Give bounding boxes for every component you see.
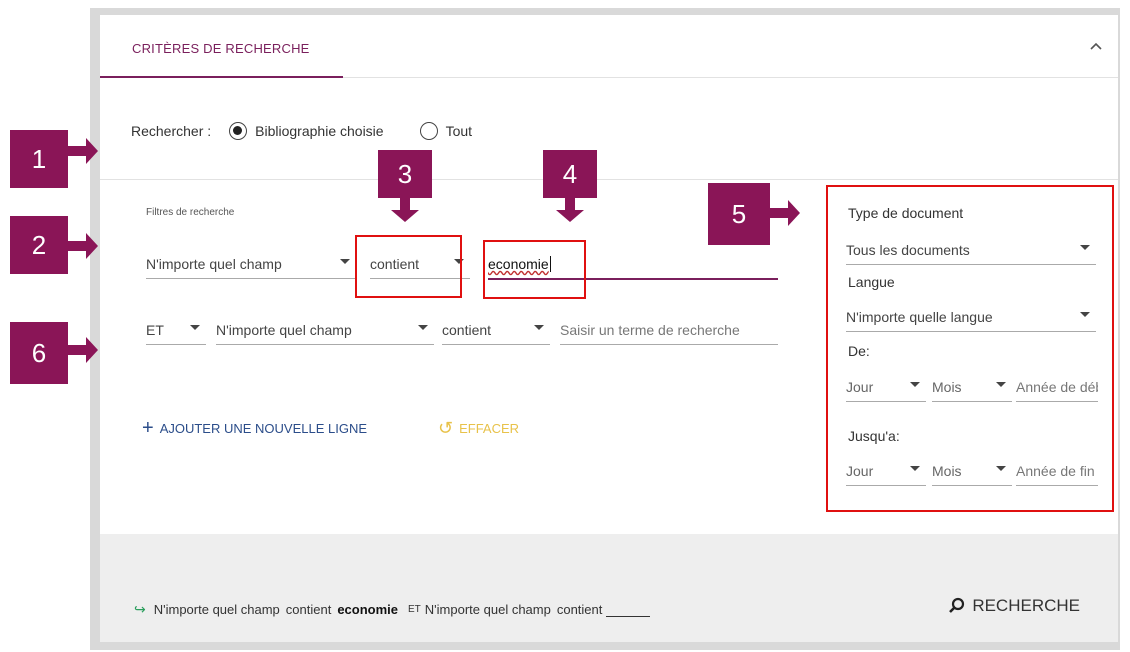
annotation-stem — [565, 196, 575, 210]
search-button[interactable]: RECHERCHE — [948, 596, 1080, 616]
annotation-badge-6: 6 — [10, 322, 68, 384]
summary-op1: contient — [285, 602, 332, 617]
summary-value1: economie — [337, 602, 399, 617]
annotation-arrow-icon — [556, 210, 584, 222]
annotation-stem — [66, 146, 86, 156]
add-line-label: AJOUTER UNE NOUVELLE LIGNE — [159, 420, 368, 436]
radio-unchecked-icon[interactable] — [419, 122, 438, 140]
clear-label: EFFACER — [459, 421, 520, 436]
summary-field1: N'importe quel champ — [153, 602, 280, 617]
add-line-button[interactable]: + AJOUTER UNE NOUVELLE LIGNE — [142, 418, 367, 438]
highlight-box-side-filters — [826, 185, 1114, 512]
scope-label: Rechercher : — [131, 123, 212, 139]
row2-operator-value: contient — [442, 321, 492, 338]
scope-row: Rechercher : Bibliographie choisie Tout — [131, 119, 472, 143]
scope-option-label: Tout — [445, 123, 473, 139]
annotation-arrow-icon — [86, 138, 98, 164]
radio-checked-icon[interactable] — [229, 122, 248, 140]
row1-field-select[interactable]: N'importe quel champ — [146, 249, 356, 279]
filters-label: Filtres de recherche — [146, 207, 235, 218]
row2-search-input[interactable]: Saisir un terme de recherche — [560, 315, 778, 345]
annotation-stem — [770, 208, 788, 218]
row2-field-select[interactable]: N'importe quel champ — [216, 315, 434, 345]
annotation-badge-2: 2 — [10, 216, 68, 274]
annotation-arrow-icon — [788, 200, 800, 226]
highlight-box-search-term — [483, 240, 586, 299]
clear-button[interactable]: ↺ EFFACER — [438, 418, 519, 439]
annotation-badge-1: 1 — [10, 130, 68, 188]
annotation-stem — [400, 196, 410, 210]
summary-empty-term — [606, 603, 651, 617]
row2-boolean-select[interactable]: ET — [146, 315, 206, 345]
annotation-badge-3: 3 — [378, 150, 432, 198]
criteria-title: CRITÈRES DE RECHERCHE — [132, 41, 310, 56]
section-divider — [100, 179, 1118, 180]
caret-down-icon — [418, 325, 428, 330]
summary-op2: contient — [556, 602, 603, 617]
chevron-up-icon[interactable] — [1090, 37, 1102, 53]
criteria-header[interactable]: CRITÈRES DE RECHERCHE — [100, 15, 1118, 78]
row2-boolean-value: ET — [146, 321, 164, 338]
search-footer: ↪ N'importe quel champ contient economie… — [100, 534, 1118, 642]
query-summary: ↪ N'importe quel champ contient economie… — [134, 601, 651, 618]
highlight-box-operator — [355, 235, 462, 298]
annotation-badge-5: 5 — [708, 183, 770, 245]
annotation-stem — [66, 241, 86, 251]
annotation-arrow-icon — [391, 210, 419, 222]
annotation-arrow-icon — [86, 337, 98, 363]
summary-boolean: ET — [408, 604, 421, 615]
summary-field2: N'importe quel champ — [424, 602, 551, 617]
row2-operator-select[interactable]: contient — [442, 315, 550, 345]
annotation-badge-4: 4 — [543, 150, 597, 198]
scope-option-label: Bibliographie choisie — [255, 123, 384, 139]
plus-icon: + — [142, 417, 154, 439]
row2-search-placeholder: Saisir un terme de recherche — [560, 321, 740, 338]
criteria-tab[interactable]: CRITÈRES DE RECHERCHE — [100, 15, 343, 78]
search-icon — [949, 597, 965, 613]
caret-down-icon — [190, 325, 200, 330]
scope-option-bibliography[interactable]: Bibliographie choisie — [229, 122, 384, 140]
row2-field-value: N'importe quel champ — [216, 321, 352, 338]
row1-field-value: N'importe quel champ — [146, 255, 282, 272]
caret-down-icon — [340, 259, 350, 264]
undo-icon: ↺ — [438, 418, 454, 438]
search-button-label: RECHERCHE — [972, 596, 1080, 615]
caret-down-icon — [534, 325, 544, 330]
annotation-stem — [66, 345, 86, 355]
scope-option-all[interactable]: Tout — [419, 122, 473, 140]
arrow-right-icon: ↪ — [134, 601, 146, 617]
annotation-arrow-icon — [86, 233, 98, 259]
